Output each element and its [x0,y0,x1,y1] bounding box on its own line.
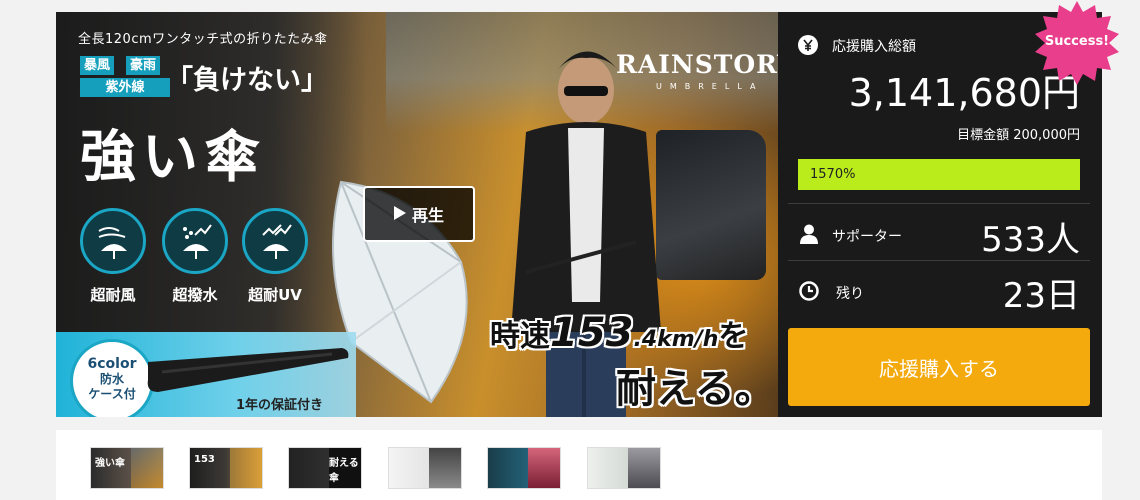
divider [788,260,1090,261]
remaining-label: 残り [836,286,864,302]
tag-storm: 暴風 [80,56,115,75]
speed-suffix: を [718,319,749,354]
umbrella-case-image [147,348,349,392]
speed-claim: 時速153.4km/hを [490,310,748,356]
case-included-label: ケース付 [88,387,136,401]
thumbnail-6[interactable] [587,447,661,489]
thumbnail-2[interactable]: 153 [189,447,263,489]
thumbnail-1[interactable]: 強い傘 [90,447,164,489]
color-count: 6color [87,356,137,372]
success-badge-label: Success! [1044,34,1110,49]
tag-heavy-rain: 豪雨 [126,56,161,75]
thumbnail-label: 153 [194,454,215,465]
play-label: 再生 [411,206,444,225]
clock-icon [799,281,819,301]
thumbnail-label: 耐える傘 [329,458,359,484]
yen-icon [798,35,818,55]
support-purchase-button[interactable]: 応援購入する [788,328,1090,406]
hero-headline: 「負けない」 [166,65,328,96]
rain-repel-icon [162,208,228,274]
funding-progress-bar: 1570% [798,159,1080,190]
wind-umbrella-icon [80,208,146,274]
divider [788,203,1090,204]
hero-big-title: 強い傘 [80,125,266,190]
play-icon [393,205,406,224]
remaining-days: 23日 [1002,276,1080,316]
tag-uv: 紫外線 [80,78,170,97]
hero-top-caption: 全長120cmワンタッチ式の折りたたみ傘 [78,32,328,47]
goal-amount: 目標金額 200,000円 [957,128,1080,143]
thumbnail-label: 強い傘 [95,458,125,469]
feature-label: 超撥水 [172,286,218,304]
speed-unit: .4km/h [633,327,719,352]
uv-block-icon [242,208,308,274]
speed-value: 153 [550,310,634,356]
supporters-count: 533人 [981,220,1080,260]
feature-label: 超耐風 [90,286,136,304]
thumbnail-4[interactable] [388,447,462,489]
total-amount-label: 応援購入総額 [832,39,916,55]
endure-text: 耐える。 [616,366,775,412]
person-icon [800,224,818,244]
thumbnail-3[interactable]: 耐える傘 [288,447,362,489]
hero-video[interactable]: 全長120cmワンタッチ式の折りたたみ傘 暴風 豪雨 紫外線 「負けない」 強い… [56,12,778,417]
speed-prefix: 時速 [490,319,550,354]
warranty-label: 1年の保証付き [236,398,324,413]
progress-percent: 1570% [810,167,856,182]
play-video-button[interactable]: 再生 [363,186,475,242]
feature-label: 超耐UV [248,286,302,304]
thumbnail-5[interactable] [487,447,561,489]
waterproof-label: 防水 [99,372,124,386]
supporters-label: サポーター [832,229,902,245]
